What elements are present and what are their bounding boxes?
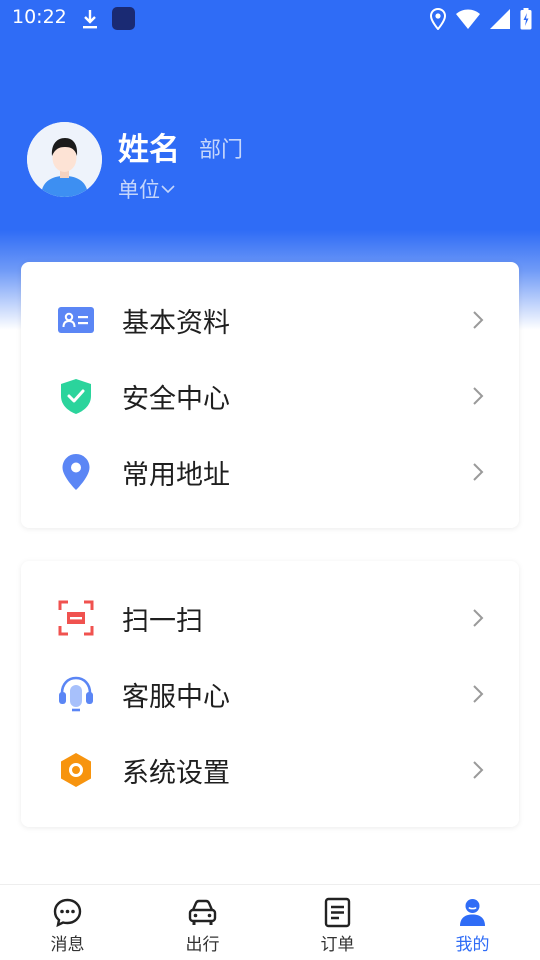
bottom-tab-bar: 消息 出行 订单 我的 [0,884,540,960]
scan-icon [58,600,94,636]
menu-label: 扫一扫 [122,605,203,637]
headset-icon [59,676,93,712]
tab-orders[interactable]: 订单 [270,885,405,960]
unit-selector[interactable]: 单位 [118,174,175,204]
menu-item-security-center[interactable]: 安全中心 [21,358,519,434]
avatar[interactable] [27,122,102,197]
car-icon [188,899,217,925]
menu-item-customer-service[interactable]: 客服中心 [21,656,519,732]
person-icon [460,899,485,926]
tab-travel[interactable]: 出行 [135,885,270,960]
user-avatar-icon [27,122,102,197]
tab-mine[interactable]: 我的 [405,885,540,960]
menu-item-profile-info[interactable]: 基本资料 [21,282,519,358]
tab-label: 订单 [320,935,355,955]
user-unit: 单位 [118,178,160,202]
user-name: 姓名 [118,132,180,168]
tab-label: 我的 [455,935,490,955]
wifi-icon [456,9,480,29]
tools-menu-card: 扫一扫 客服中心 系统设置 [21,561,519,827]
chevron-down-icon [161,185,175,194]
menu-label: 安全中心 [122,383,230,415]
location-status-icon [430,8,446,30]
status-bar: 10:22 [0,0,540,38]
menu-label: 常用地址 [122,459,230,491]
message-icon [53,898,82,928]
location-pin-icon [62,454,90,490]
chevron-right-icon [473,609,484,627]
menu-label: 客服中心 [122,681,230,713]
signal-icon [490,9,510,29]
download-icon [83,10,97,29]
status-time: 10:22 [12,6,67,28]
chevron-right-icon [473,463,484,481]
battery-icon [520,8,532,30]
id-card-icon [58,307,94,333]
tab-messages[interactable]: 消息 [0,885,135,960]
order-icon [324,897,351,928]
account-menu-card: 基本资料 安全中心 常用地址 [21,262,519,528]
menu-item-scan[interactable]: 扫一扫 [21,580,519,656]
settings-hexagon-icon [61,753,91,787]
menu-label: 基本资料 [122,307,230,339]
chevron-right-icon [473,685,484,703]
tab-label: 出行 [185,935,220,955]
shield-check-icon [61,379,91,414]
menu-label: 系统设置 [122,757,230,789]
menu-item-system-settings[interactable]: 系统设置 [21,732,519,808]
chevron-right-icon [473,311,484,329]
app-notification-icon [112,7,135,30]
menu-item-common-address[interactable]: 常用地址 [21,434,519,510]
chevron-right-icon [473,761,484,779]
tab-label: 消息 [50,935,85,955]
user-department: 部门 [199,138,244,163]
chevron-right-icon [473,387,484,405]
